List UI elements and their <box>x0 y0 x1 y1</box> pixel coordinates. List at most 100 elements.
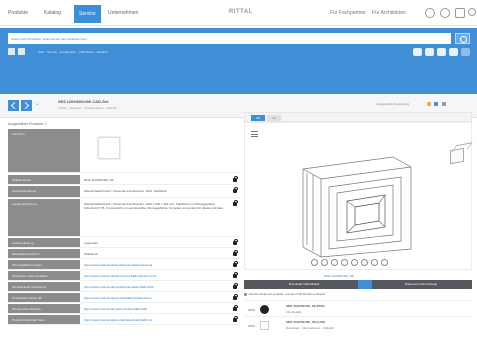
measure-icon[interactable] <box>371 259 378 266</box>
list-item: 0100 5831.110/600/400_SE (CAD) Download … <box>244 316 472 334</box>
table-row: Materialkennzeichen Stahlblech <box>8 249 240 259</box>
zoom-in-icon[interactable] <box>331 259 338 266</box>
row-link[interactable]: https://www.rittal.de/de/produkt/SE8-Sch… <box>84 296 224 300</box>
color-blue-icon[interactable] <box>434 102 438 106</box>
row-link[interactable]: https://www.rittal.de/de/produkt/cad-dat… <box>84 263 224 267</box>
row-label: Produkt-Datenblatt Serie <box>8 315 80 324</box>
zoom-out-icon[interactable] <box>341 259 348 266</box>
share-icon[interactable] <box>425 48 434 56</box>
download-cad-button[interactable]: Download CAD-Modell <box>254 282 354 286</box>
row-label: Langbeschreibung <box>8 199 80 236</box>
next-product-button[interactable] <box>21 100 32 111</box>
section-icon[interactable] <box>361 259 368 266</box>
list-icon[interactable] <box>18 48 25 55</box>
breadcrumb-row: Start · Service · Konfigurator · CAD-Dat… <box>8 48 470 58</box>
table-row: Kurzbeschreibung Wandschaltschrank / Uni… <box>8 186 240 198</box>
table-row: Produkt-Datenblatt Serie https://www.rit… <box>8 315 240 325</box>
row-link[interactable]: https://www.rittal.de/de/cad/vorschau/SE… <box>84 307 224 311</box>
tab-2d[interactable]: 2D <box>267 115 281 121</box>
lock-icon[interactable] <box>233 250 239 256</box>
search-input[interactable] <box>8 33 451 44</box>
search-icon[interactable] <box>468 8 476 16</box>
lock-icon[interactable] <box>233 176 239 182</box>
color-yellow-icon[interactable] <box>427 102 431 106</box>
row-link[interactable]: https://www.rittal.de/de/produkt/cad-dat… <box>84 285 224 289</box>
row-link[interactable]: https://www.rittal.de/de/dokumente/SE8-z… <box>84 274 224 278</box>
row-value: Stahlblech <box>84 252 99 256</box>
cad-viewer-panel: Ausgewählte Darstellung 3D 2D 5831.110/6… <box>244 100 472 334</box>
user-icon[interactable] <box>440 8 450 18</box>
lock-icon[interactable] <box>233 187 239 193</box>
lock-icon[interactable] <box>233 283 239 289</box>
nav-item-service[interactable]: Service <box>74 5 101 23</box>
print-icon[interactable] <box>413 48 422 56</box>
table-row: 3D-Download Verbindung https://www.ritta… <box>8 282 240 292</box>
table-row: Langbeschreibung Wandschaltschrank / Uni… <box>8 199 240 237</box>
download-icon[interactable] <box>437 48 446 56</box>
top-navigation: Produkte Katalog Service Unternehmen RIT… <box>0 0 477 26</box>
lock-icon[interactable] <box>233 200 239 206</box>
nav-item-unternehmen[interactable]: Unternehmen <box>108 10 138 16</box>
table-row: 3D-Kontaktinformation https://www.rittal… <box>8 260 240 270</box>
table-row: Lieferbedingung Lagerware <box>8 238 240 248</box>
view-cube-icon[interactable] <box>450 147 464 165</box>
architekten-link[interactable]: Für Architekten <box>372 10 406 16</box>
row-label: Vorschau <box>8 129 80 172</box>
lock-icon[interactable] <box>233 239 239 245</box>
lock-icon[interactable] <box>233 272 239 278</box>
fachpartner-link[interactable]: Für Fachpartner <box>330 10 366 16</box>
item-preview-icon[interactable] <box>260 305 269 314</box>
lock-icon[interactable] <box>233 305 239 311</box>
menu-icon[interactable] <box>251 131 258 137</box>
item-link[interactable]: Download · Informationen · Zubehör <box>286 326 334 330</box>
lock-icon[interactable] <box>233 294 239 300</box>
search-button[interactable] <box>455 33 470 44</box>
download-bar: Download CAD-Modell Dokument CAD-Anfrage <box>244 280 472 289</box>
globe-icon[interactable] <box>455 8 465 18</box>
item-preview-icon[interactable] <box>260 321 269 330</box>
viewer-tabs: 3D 2D <box>244 112 472 122</box>
grid-icon[interactable] <box>8 48 15 55</box>
row-label: 3D-Vorschau Website <box>8 304 80 313</box>
row-value: Lagerware <box>84 241 99 245</box>
download-icon[interactable] <box>358 280 372 289</box>
lock-icon[interactable] <box>233 261 239 267</box>
cabinet-3d-model[interactable] <box>293 149 419 259</box>
product-dropdown-icon[interactable]: ⌄ <box>35 100 40 107</box>
previous-product-button[interactable] <box>8 100 19 111</box>
item-name: 5831.110/600/400_SE (CAD) <box>286 320 326 324</box>
request-cad-button[interactable]: Dokument CAD-Anfrage <box>376 282 466 286</box>
row-link[interactable]: https://www.rittal.de/de/produkt/datenbl… <box>84 318 224 322</box>
reset-view-icon[interactable] <box>381 259 388 266</box>
tool-icons <box>413 48 471 56</box>
row-label: Kurzbeschreibung <box>8 186 80 197</box>
rotate-icon[interactable] <box>311 259 318 266</box>
breadcrumb[interactable]: Start · Service · Konfigurator · CAD-Dat… <box>38 50 108 54</box>
settings-icon[interactable] <box>425 8 435 18</box>
search-row <box>8 33 470 44</box>
favorite-icon[interactable] <box>461 48 470 56</box>
fit-view-icon[interactable] <box>351 259 358 266</box>
table-row: Artikelnummer 5831.110/600/400_SE <box>8 175 240 185</box>
nav-item-produkte[interactable]: Produkte <box>8 10 28 16</box>
search-bar-area: Start · Service · Konfigurator · CAD-Dat… <box>0 28 477 94</box>
lock-icon[interactable] <box>233 316 239 322</box>
brand-logo[interactable]: RITTAL <box>229 9 253 15</box>
row-label: 3D-Kontaktinformation <box>8 260 80 269</box>
row-label: Technische Dokumentation <box>8 271 80 280</box>
product-subtitle: Artikel · Kategorie · Schaltschrank · Zu… <box>58 106 118 110</box>
model-caption[interactable]: 5831.110/600/400_SE <box>324 274 354 278</box>
item-link[interactable]: Info-Details <box>286 310 301 314</box>
display-option-label[interactable]: Ausgewählte Darstellung <box>376 102 409 106</box>
nav-item-katalog[interactable]: Katalog <box>44 10 61 16</box>
tab-3d[interactable]: 3D <box>251 115 265 121</box>
item-code: 0000 <box>248 308 255 312</box>
product-thumbnail[interactable] <box>98 137 120 159</box>
row-label: 3D-Download Verbindung <box>8 282 80 291</box>
pan-icon[interactable] <box>321 259 328 266</box>
cad-viewer[interactable] <box>244 122 472 270</box>
compare-icon[interactable] <box>449 48 458 56</box>
row-label: Materialkennzeichen <box>8 249 80 258</box>
row-value: 5831.110/600/400_SE <box>84 178 114 182</box>
fullscreen-icon[interactable] <box>442 102 446 106</box>
